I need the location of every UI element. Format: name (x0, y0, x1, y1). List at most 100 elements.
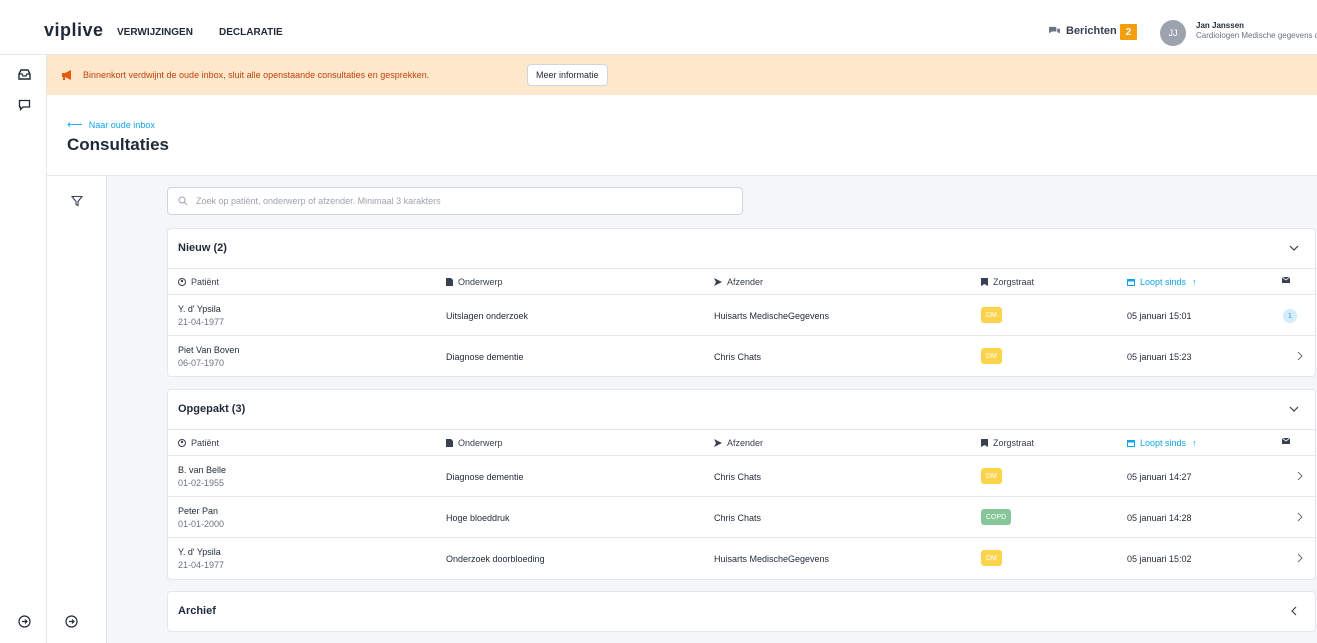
column-patient[interactable]: Patiënt (178, 277, 219, 287)
column-onderwerp[interactable]: Onderwerp (446, 277, 503, 287)
sort-asc-icon: ↑ (1192, 277, 1197, 287)
column-label: Onderwerp (458, 438, 503, 448)
back-link-label: Naar oude inbox (88, 119, 155, 130)
section-header[interactable]: Nieuw (2) (168, 229, 1315, 269)
patient-dob: 21-04-1977 (178, 317, 225, 327)
notice-banner: Binnenkort verdwijnt de oude inbox, slui… (47, 55, 1317, 95)
bookmark-icon (981, 278, 988, 286)
sender: Huisarts MedischeGegevens (714, 554, 830, 564)
subject: Diagnose dementie (446, 472, 524, 482)
chevron-right-icon[interactable] (1296, 512, 1304, 522)
table-row[interactable]: Peter Pan 01-01-2000 Hoge bloeddruk Chri… (168, 497, 1315, 538)
chevron-left-icon[interactable] (1287, 604, 1301, 618)
messages-label: Berichten (1066, 25, 1117, 37)
chevron-right-icon[interactable] (1296, 351, 1304, 361)
patient-name: Y. d' Ypsila (178, 547, 221, 557)
patient-dob: 01-02-1955 (178, 478, 225, 488)
calendar-icon (1127, 279, 1135, 286)
user-name[interactable]: Jan Janssen (1196, 21, 1244, 30)
filter-icon[interactable] (67, 191, 87, 211)
table-row[interactable]: B. van Belle 01-02-1955 Diagnose dementi… (168, 456, 1315, 497)
top-bar: viplive VERWIJZINGEN DECLARATIE Berichte… (0, 0, 1317, 55)
inbox-icon[interactable] (14, 64, 34, 84)
column-label: Zorgstraat (993, 277, 1035, 287)
user-circle-icon (178, 439, 186, 447)
logout-icon[interactable] (14, 611, 34, 631)
nav-verwijzingen[interactable]: VERWIJZINGEN (117, 27, 193, 38)
section-nieuw: Nieuw (2) Patiënt Onderwerp Afzender Zor… (167, 228, 1316, 377)
section-header[interactable]: Archief (168, 592, 1315, 632)
patient-name: Piet Van Boven (178, 345, 240, 355)
messages-button[interactable]: Berichten (1048, 25, 1117, 37)
mail-icon (1282, 277, 1290, 283)
search-box[interactable] (167, 187, 743, 215)
search-input[interactable] (196, 196, 716, 206)
calendar-icon (1127, 440, 1135, 447)
patient-dob: 01-01-2000 (178, 519, 225, 529)
column-afzender[interactable]: Afzender (714, 438, 763, 448)
chat-bubble-icon[interactable] (14, 95, 34, 115)
search-icon (178, 196, 188, 206)
sort-asc-icon: ↑ (1192, 438, 1197, 448)
collapse-icon[interactable] (61, 611, 81, 631)
sender: Chris Chats (714, 472, 762, 482)
patient-dob: 21-04-1977 (178, 560, 225, 570)
chevron-right-icon[interactable] (1296, 471, 1304, 481)
column-label: Afzender (727, 438, 764, 448)
document-icon (446, 278, 453, 286)
nav-declaratie[interactable]: DECLARATIE (219, 27, 283, 38)
bookmark-icon (981, 439, 988, 447)
column-mail[interactable] (1282, 277, 1295, 283)
table-row[interactable]: Piet Van Boven 06-07-1970 Diagnose demen… (168, 336, 1315, 377)
section-opgepakt: Opgepakt (3) Patiënt Onderwerp Afzender … (167, 389, 1316, 580)
messages-count-badge: 2 (1120, 24, 1137, 40)
back-to-old-inbox-link[interactable]: ⟵ Naar oude inbox (67, 118, 155, 131)
arrow-left-icon: ⟵ (67, 119, 83, 131)
column-afzender[interactable]: Afzender (714, 277, 763, 287)
section-archief: Archief (167, 591, 1316, 632)
more-info-button[interactable]: Meer informatie (527, 64, 608, 86)
patient-name: Y. d' Ypsila (178, 304, 221, 314)
care-tag: DM (981, 348, 1002, 364)
unread-count-badge: 1 (1283, 309, 1297, 323)
subject: Onderzoek doorbloeding (446, 554, 545, 564)
subject: Diagnose dementie (446, 352, 524, 362)
column-patient[interactable]: Patiënt (178, 438, 219, 448)
subject: Uitslagen onderzoek (446, 311, 529, 321)
chat-icon (1049, 26, 1060, 34)
column-mail[interactable] (1282, 438, 1295, 444)
table-row[interactable]: Y. d' Ypsila 21-04-1977 Uitslagen onderz… (168, 295, 1315, 336)
send-icon (714, 439, 722, 447)
mail-icon (1282, 438, 1290, 444)
column-label: Loopt sinds (1140, 277, 1187, 287)
table-row[interactable]: Y. d' Ypsila 21-04-1977 Onderzoek doorbl… (168, 538, 1315, 579)
section-title: Nieuw (2) (178, 242, 227, 254)
column-zorgstraat[interactable]: Zorgstraat (981, 277, 1034, 287)
avatar[interactable]: JJ (1160, 20, 1186, 46)
chevron-right-icon[interactable] (1296, 553, 1304, 563)
sender: Huisarts MedischeGegevens (714, 311, 830, 321)
patient-dob: 06-07-1970 (178, 358, 225, 368)
since: 05 januari 15:23 (1127, 352, 1192, 362)
chevron-down-icon[interactable] (1287, 241, 1301, 255)
patient-name: Peter Pan (178, 506, 219, 516)
user-organization: Cardiologen Medische gegevens dienst (1196, 31, 1317, 40)
primary-sidebar (0, 55, 47, 643)
column-zorgstraat[interactable]: Zorgstraat (981, 438, 1034, 448)
care-tag: DM (981, 468, 1002, 484)
app-logo[interactable]: viplive (44, 20, 104, 41)
column-onderwerp[interactable]: Onderwerp (446, 438, 503, 448)
care-tag: DM (981, 550, 1002, 566)
column-loopt-sinds[interactable]: Loopt sinds ↑ (1127, 277, 1197, 287)
patient-name: B. van Belle (178, 465, 227, 475)
column-label: Loopt sinds (1140, 438, 1187, 448)
filter-sidebar (47, 175, 107, 643)
user-circle-icon (178, 278, 186, 286)
since: 05 januari 15:01 (1127, 311, 1192, 321)
chevron-down-icon[interactable] (1287, 402, 1301, 416)
column-headers: Patiënt Onderwerp Afzender Zorgstraat Lo… (168, 430, 1315, 456)
column-loopt-sinds[interactable]: Loopt sinds ↑ (1127, 438, 1197, 448)
page-title: Consultaties (67, 135, 170, 154)
column-label: Patiënt (191, 277, 220, 287)
section-header[interactable]: Opgepakt (3) (168, 390, 1315, 430)
